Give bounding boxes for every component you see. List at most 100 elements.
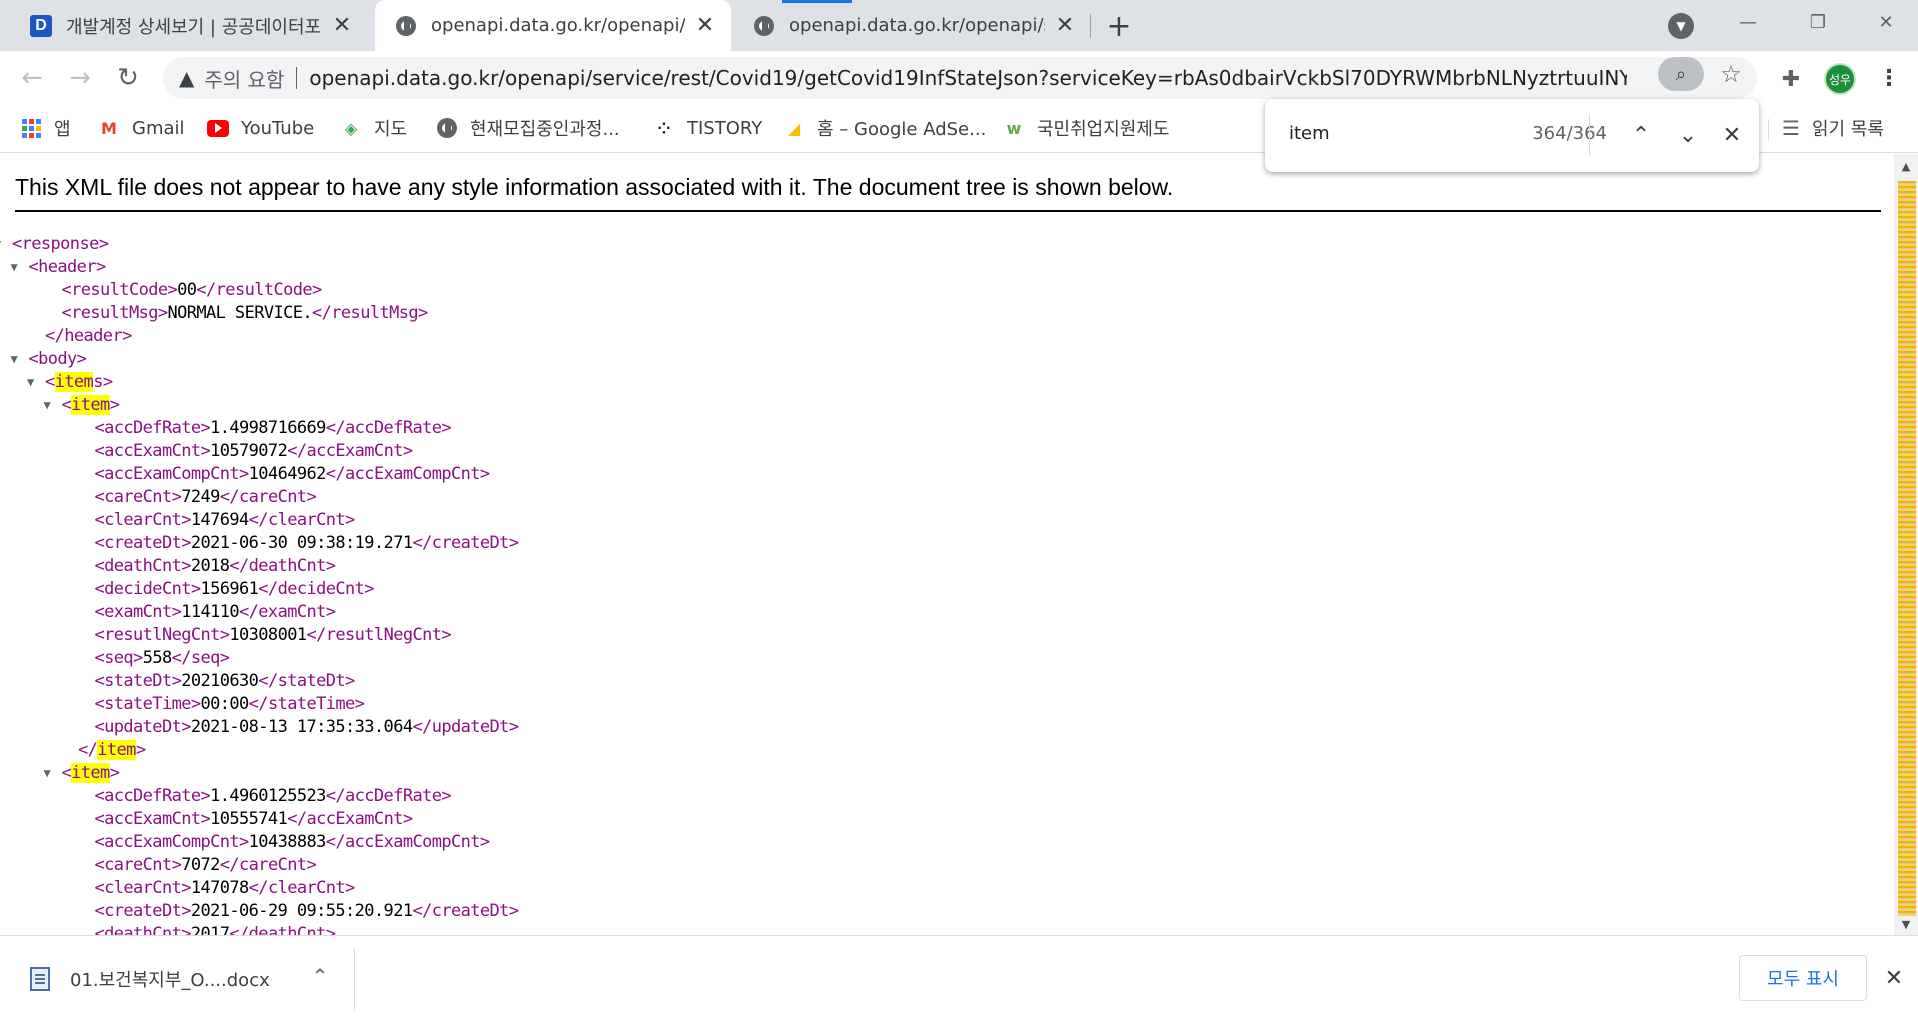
xml-items-open: ▼ <items> xyxy=(27,372,113,392)
tab-title: openapi.data.go.kr/openapi/service/rest/… xyxy=(431,15,685,36)
extensions-icon[interactable]: ✚ xyxy=(1776,64,1806,94)
vertical-scrollbar[interactable]: ▲ ▼ xyxy=(1894,154,1918,935)
download-divider xyxy=(354,948,355,1010)
minimize-button[interactable]: — xyxy=(1720,0,1776,44)
collapse-arrow-icon[interactable]: ▼ xyxy=(11,348,18,371)
reading-list-button[interactable]: ☰ 읽기 목록 xyxy=(1782,113,1884,143)
xml-element-accExamCnt: <accExamCnt>10555741</accExamCnt> xyxy=(94,809,414,829)
notice-divider xyxy=(15,210,1881,212)
shelf-close-icon[interactable]: ✕ xyxy=(1880,964,1908,992)
warning-icon[interactable]: ▲ xyxy=(179,66,194,90)
find-highlight: item xyxy=(71,763,110,783)
xml-element-resultMsg: <resultMsg>NORMAL SERVICE.</resultMsg> xyxy=(61,303,429,323)
xml-element-careCnt: <careCnt>7072</careCnt> xyxy=(94,855,317,875)
collapse-arrow-icon[interactable]: ▼ xyxy=(27,371,34,394)
tab-data-portal[interactable]: D 개발계정 상세보기 | 공공데이터포털 ✕ xyxy=(10,0,368,51)
show-all-button[interactable]: 모두 표시 xyxy=(1739,955,1867,1001)
tab-strip: D 개발계정 상세보기 | 공공데이터포털 ✕ openapi.data.go.… xyxy=(0,0,1918,51)
bookmark-star-icon[interactable]: ☆ xyxy=(1716,59,1746,89)
xml-element-createDt: <createDt>2021-06-29 09:55:20.921</creat… xyxy=(94,901,520,921)
reading-list-label: 읽기 목록 xyxy=(1811,119,1884,140)
close-icon[interactable]: ✕ xyxy=(693,13,717,38)
tab-openapi-active[interactable]: openapi.data.go.kr/openapi/service/rest/… xyxy=(375,0,731,51)
forward-arrow-icon[interactable]: → xyxy=(63,61,97,95)
xml-element-accExamCompCnt: <accExamCompCnt>10464962</accExamCompCnt… xyxy=(94,464,491,484)
find-previous-icon[interactable]: ⌃ xyxy=(1625,119,1657,151)
xml-element-accDefRate: <accDefRate>1.4960125523</accDefRate> xyxy=(94,786,452,806)
xml-element-resutlNegCnt: <resutlNegCnt>10308001</resutlNegCnt> xyxy=(94,625,452,645)
youtube-icon xyxy=(207,117,229,139)
bookmark-gmail[interactable]: M Gmail xyxy=(98,113,184,143)
adsense-icon: ◢ xyxy=(787,118,801,138)
xml-item-close: </item> xyxy=(78,740,146,760)
security-label[interactable]: 주의 요함 xyxy=(204,64,284,93)
gmail-icon: M xyxy=(101,118,117,138)
find-in-page-icon[interactable]: ⌕ xyxy=(1658,57,1704,91)
find-next-icon[interactable]: ⌄ xyxy=(1672,119,1704,151)
reading-list-icon: ☰ xyxy=(1782,116,1800,140)
xml-style-notice: This XML file does not appear to have an… xyxy=(15,174,1174,200)
reload-icon[interactable]: ↻ xyxy=(111,61,145,95)
restore-button[interactable]: ❐ xyxy=(1790,0,1846,44)
tab-title: 개발계정 상세보기 | 공공데이터포털 xyxy=(66,16,322,38)
globe-icon xyxy=(753,15,775,37)
tab-divider xyxy=(1090,14,1091,38)
apps-grid-icon xyxy=(20,117,42,139)
bookmark-adsense[interactable]: ◢ 홈 – Google AdSe... xyxy=(783,113,986,143)
scroll-up-icon[interactable]: ▲ xyxy=(1894,156,1918,176)
new-tab-button[interactable]: + xyxy=(1103,9,1135,44)
bookmark-label: 현재모집중인과정... xyxy=(470,119,620,140)
avatar[interactable]: 성우 xyxy=(1824,63,1856,95)
tab-openapi[interactable]: openapi.data.go.kr/openapi/service/rest/… xyxy=(733,0,1091,51)
tistory-icon: ⁘ xyxy=(657,118,671,138)
scroll-down-icon[interactable]: ▼ xyxy=(1894,914,1918,934)
url-text[interactable]: openapi.data.go.kr/openapi/service/rest/… xyxy=(309,66,1627,90)
xml-element-seq: <seq>558</seq> xyxy=(94,648,231,668)
bookmark-apps[interactable]: 앱 xyxy=(20,113,71,143)
xml-element-updateDt: <updateDt>2021-08-13 17:35:33.064</updat… xyxy=(94,717,520,737)
find-input[interactable]: item xyxy=(1289,123,1330,144)
close-icon[interactable]: ✕ xyxy=(330,13,354,38)
xml-element-decideCnt: <decideCnt>156961</decideCnt> xyxy=(94,579,375,599)
download-item[interactable]: 01.보건복지부_O....docx xyxy=(0,936,354,1021)
close-icon[interactable]: ✕ xyxy=(1053,13,1077,38)
bookmark-tistory[interactable]: ⁘ TISTORY xyxy=(653,113,762,143)
bookmark-maps[interactable]: ◈ 지도 xyxy=(340,113,407,143)
find-divider xyxy=(1589,114,1590,156)
bookmark-label: TISTORY xyxy=(687,117,763,139)
bookmark-courses[interactable]: 현재모집중인과정... xyxy=(436,113,620,143)
bookmark-label: 홈 – Google AdSe... xyxy=(817,119,987,140)
bookmark-label: 앱 xyxy=(54,119,71,140)
bookmark-youtube[interactable]: YouTube xyxy=(207,113,314,143)
bookmark-label: 지도 xyxy=(374,119,408,140)
collapse-arrow-icon[interactable]: ▼ xyxy=(11,256,18,279)
page-content: This XML file does not appear to have an… xyxy=(0,154,1894,935)
collapse-arrow-icon[interactable]: ▼ xyxy=(44,394,51,417)
bookmarks-divider xyxy=(1768,119,1769,141)
menu-dots-icon[interactable]: ⋮ xyxy=(1874,63,1904,93)
collapse-arrow-icon[interactable]: ▼ xyxy=(44,762,51,785)
chevron-up-icon[interactable]: ⌃ xyxy=(308,964,332,988)
find-highlight: item xyxy=(54,372,94,392)
xml-item-open: ▼ <item> xyxy=(43,763,120,783)
download-shelf: 01.보건복지부_O....docx ⌃ 모두 표시 ✕ xyxy=(0,935,1918,1021)
back-arrow-icon[interactable]: ← xyxy=(15,61,49,95)
address-bar[interactable]: ▲ 주의 요함 openapi.data.go.kr/openapi/servi… xyxy=(163,57,1757,99)
find-highlight: item xyxy=(71,395,110,415)
collapse-arrow-icon[interactable]: ▼ xyxy=(0,233,1,256)
bookmark-employment[interactable]: w 국민취업지원제도 xyxy=(1003,113,1170,143)
download-filename: 01.보건복지부_O....docx xyxy=(70,970,270,991)
xml-element-accExamCnt: <accExamCnt>10579072</accExamCnt> xyxy=(94,441,414,461)
xml-element-careCnt: <careCnt>7249</careCnt> xyxy=(94,487,317,507)
window-close-button[interactable]: ✕ xyxy=(1858,0,1914,44)
xml-header-open: ▼ <header> xyxy=(10,257,107,277)
globe-icon xyxy=(436,117,458,139)
tab-search-icon[interactable]: ▼ xyxy=(1668,13,1694,39)
xml-element-stateDt: <stateDt>20210630</stateDt> xyxy=(94,671,356,691)
find-close-icon[interactable]: ✕ xyxy=(1716,119,1748,151)
scrollbar-thumb-with-find-markers[interactable] xyxy=(1898,181,1916,916)
bookmark-label: YouTube xyxy=(241,117,315,139)
tab-title: openapi.data.go.kr/openapi/service/rest/… xyxy=(789,15,1045,36)
xml-element-clearCnt: <clearCnt>147694</clearCnt> xyxy=(94,510,356,530)
xml-element-createDt: <createDt>2021-06-30 09:38:19.271</creat… xyxy=(94,533,520,553)
